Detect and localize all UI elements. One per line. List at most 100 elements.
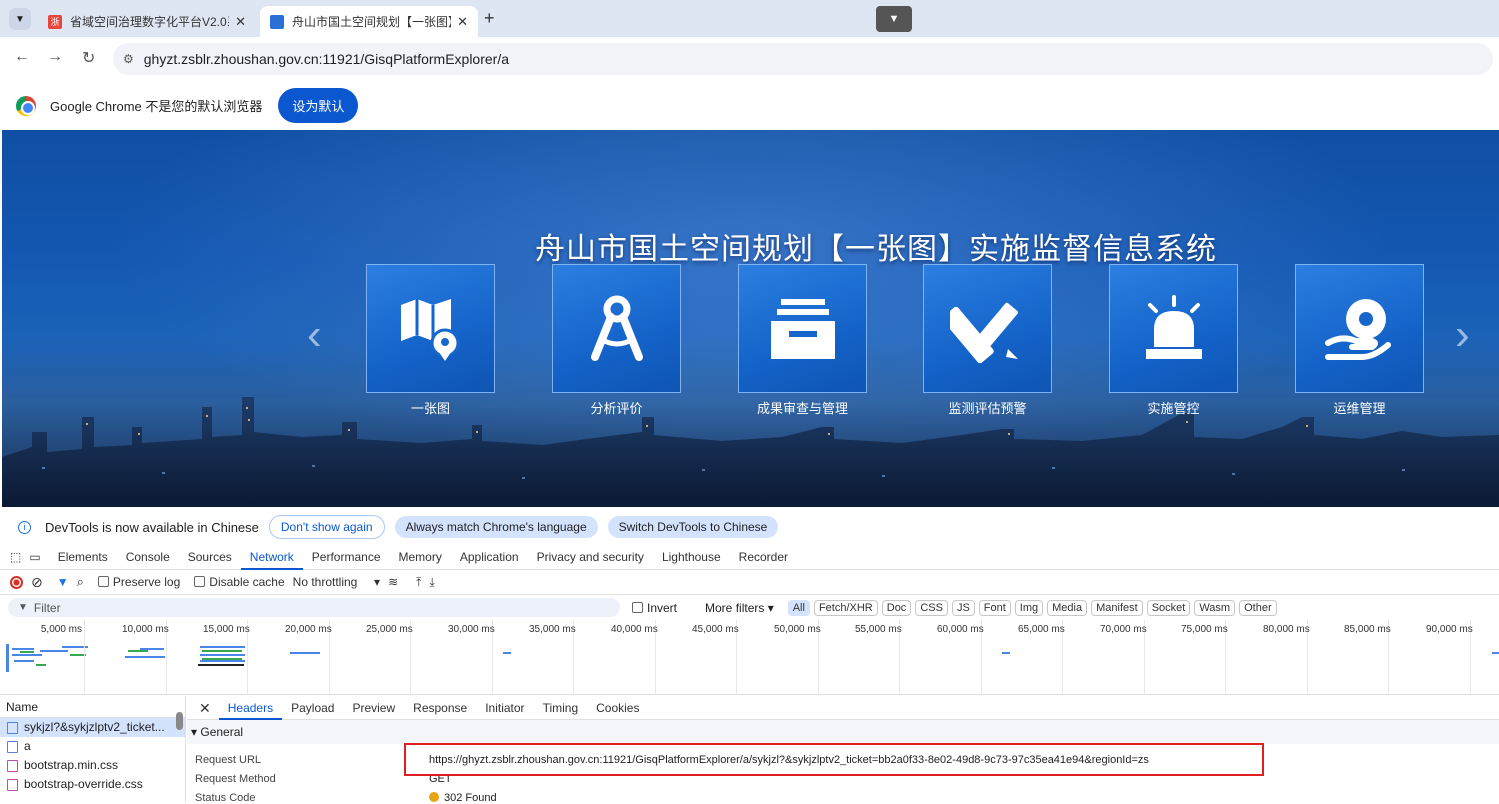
module-tile-review[interactable] <box>738 264 867 393</box>
request-row[interactable]: sykjzl?&sykjzlptv2_ticket... <box>0 718 185 737</box>
type-filter-fetch-xhr[interactable]: Fetch/XHR <box>813 599 878 616</box>
tab-response[interactable]: Response <box>404 696 476 720</box>
forward-arrow-icon[interactable]: → <box>47 48 63 66</box>
module-tile-monitor[interactable] <box>923 264 1052 393</box>
type-filter-other[interactable]: Other <box>1239 599 1277 616</box>
export-har-icon[interactable]: ⤓ <box>429 575 434 590</box>
request-name: sykjzl?&sykjzlptv2_ticket... <box>24 720 165 734</box>
carousel-prev-icon[interactable]: ‹ <box>307 310 322 360</box>
disable-cache-checkbox[interactable]: Disable cache <box>194 575 285 589</box>
type-filter-wasm[interactable]: Wasm <box>1194 599 1236 616</box>
tab-recorder[interactable]: Recorder <box>730 545 797 570</box>
tab-privacy-security[interactable]: Privacy and security <box>528 545 653 570</box>
tab-cookies[interactable]: Cookies <box>587 696 648 720</box>
filter-placeholder: Filter <box>33 600 61 615</box>
wifi-conditions-icon[interactable]: ≋ <box>388 575 398 589</box>
tab-initiator[interactable]: Initiator <box>476 696 533 720</box>
set-default-button[interactable]: 设为默认 <box>278 88 359 123</box>
request-row[interactable]: a <box>0 737 185 756</box>
type-filter-img[interactable]: Img <box>1014 599 1044 616</box>
status-code-value: 302 Found <box>429 792 497 804</box>
site-favicon-icon <box>270 14 284 29</box>
filter-input[interactable]: ▼ Filter <box>8 598 620 617</box>
tab-lighthouse[interactable]: Lighthouse <box>653 545 730 570</box>
tab-timing[interactable]: Timing <box>534 696 588 720</box>
module-tile-ops[interactable] <box>1295 264 1424 393</box>
more-filters-dropdown[interactable]: More filters ▾ <box>705 601 774 615</box>
request-name: bootstrap-override.css <box>24 777 143 791</box>
inspect-element-icon[interactable]: ⬚ <box>0 545 27 570</box>
dont-show-again-button[interactable]: Don't show again <box>268 515 385 539</box>
tab-application[interactable]: Application <box>451 545 528 570</box>
timeline-tick-label: 90,000 ms <box>1426 624 1473 635</box>
tab-list-button[interactable]: ▼ <box>9 8 31 30</box>
clear-icon[interactable]: ⊘ <box>31 574 43 591</box>
type-filter-font[interactable]: Font <box>978 599 1011 616</box>
timeline-tick-label: 70,000 ms <box>1100 624 1147 635</box>
request-row[interactable]: bootstrap.min.css <box>0 756 185 775</box>
browser-tab-1[interactable]: 浙 省域空间治理数字化平台V2.0系 ✕ <box>38 6 256 37</box>
close-tab-icon[interactable]: ✕ <box>235 14 246 30</box>
tab-elements[interactable]: Elements <box>49 545 117 570</box>
browser-tab-2[interactable]: 舟山市国土空间规划【一张图】 ✕ <box>260 6 478 37</box>
preserve-log-checkbox[interactable]: Preserve log <box>97 575 180 589</box>
map-pin-icon <box>400 298 459 361</box>
invert-checkbox[interactable]: Invert <box>632 601 677 615</box>
address-bar[interactable]: ⚙ ghyzt.zsblr.zhoushan.gov.cn:11921/Gisq… <box>113 43 1493 75</box>
site-settings-icon[interactable]: ⚙ <box>123 52 134 66</box>
site-favicon-icon: 浙 <box>48 14 62 29</box>
timeline-tick-label: 55,000 ms <box>855 624 902 635</box>
stylesheet-icon <box>7 759 18 772</box>
carousel-next-icon[interactable]: › <box>1455 310 1470 360</box>
type-filter-manifest[interactable]: Manifest <box>1091 599 1143 616</box>
close-detail-icon[interactable]: ✕ <box>187 696 219 720</box>
switch-to-chinese-button[interactable]: Switch DevTools to Chinese <box>607 516 779 538</box>
tab-search-button[interactable]: ▼ <box>876 6 912 32</box>
back-arrow-icon[interactable]: ← <box>14 48 30 66</box>
name-column-header[interactable]: Name <box>0 696 185 718</box>
network-timeline-overview[interactable]: 5,000 ms 10,000 ms 15,000 ms 20,000 ms 25,00… <box>0 620 1499 695</box>
timeline-tick-label: 80,000 ms <box>1263 624 1310 635</box>
import-har-icon[interactable]: ⤒ <box>416 575 421 590</box>
general-section-header[interactable]: ▾ General <box>187 720 1499 744</box>
timeline-tick-label: 10,000 ms <box>122 624 169 635</box>
tab-payload[interactable]: Payload <box>282 696 343 720</box>
type-filter-doc[interactable]: Doc <box>881 599 912 616</box>
type-filter-socket[interactable]: Socket <box>1146 599 1191 616</box>
new-tab-button[interactable]: + <box>484 8 495 29</box>
tab-performance[interactable]: Performance <box>303 545 390 570</box>
tab-console[interactable]: Console <box>117 545 179 570</box>
module-tile-analysis[interactable] <box>552 264 681 393</box>
timeline-tick-label: 40,000 ms <box>611 624 658 635</box>
type-filter-all[interactable]: All <box>787 599 810 616</box>
module-tile-map[interactable] <box>366 264 495 393</box>
document-icon <box>7 721 18 734</box>
tab-sources[interactable]: Sources <box>179 545 241 570</box>
type-filter-js[interactable]: JS <box>951 599 975 616</box>
request-row[interactable]: bootstrap-override.css <box>0 775 185 794</box>
reload-icon[interactable]: ↻ <box>82 48 95 68</box>
type-filter-media[interactable]: Media <box>1047 599 1088 616</box>
tab-network[interactable]: Network <box>240 545 303 570</box>
device-toolbar-icon[interactable]: ▭ <box>27 545 48 570</box>
throttling-select[interactable]: No throttling ▾ <box>293 575 380 589</box>
module-label: 成果审查与管理 <box>756 401 848 416</box>
request-list-scrollbar[interactable] <box>176 712 183 730</box>
record-icon[interactable] <box>10 575 23 589</box>
module-tile-control[interactable] <box>1109 264 1238 393</box>
timeline-tick-label: 15,000 ms <box>203 624 250 635</box>
section-title: General <box>200 725 244 739</box>
filter-funnel-icon[interactable]: ▼ <box>57 575 69 589</box>
tab-preview[interactable]: Preview <box>343 696 404 720</box>
match-language-button[interactable]: Always match Chrome's language <box>394 516 598 538</box>
timeline-tick-label: 20,000 ms <box>285 624 332 635</box>
close-tab-icon[interactable]: ✕ <box>457 14 468 30</box>
network-toolbar: ⊘ ▼ ⌕ Preserve log Disable cache No thro… <box>0 570 1499 595</box>
type-filter-css[interactable]: CSS <box>915 599 948 616</box>
tab-memory[interactable]: Memory <box>390 545 451 570</box>
request-method-label: Request Method <box>195 773 276 785</box>
search-icon[interactable]: ⌕ <box>77 574 84 590</box>
system-title: 舟山市国土空间规划【一张图】实施监督信息系统 <box>535 232 1217 267</box>
infobar-text: Google Chrome 不是您的默认浏览器 <box>50 99 263 114</box>
tab-headers[interactable]: Headers <box>218 696 283 720</box>
